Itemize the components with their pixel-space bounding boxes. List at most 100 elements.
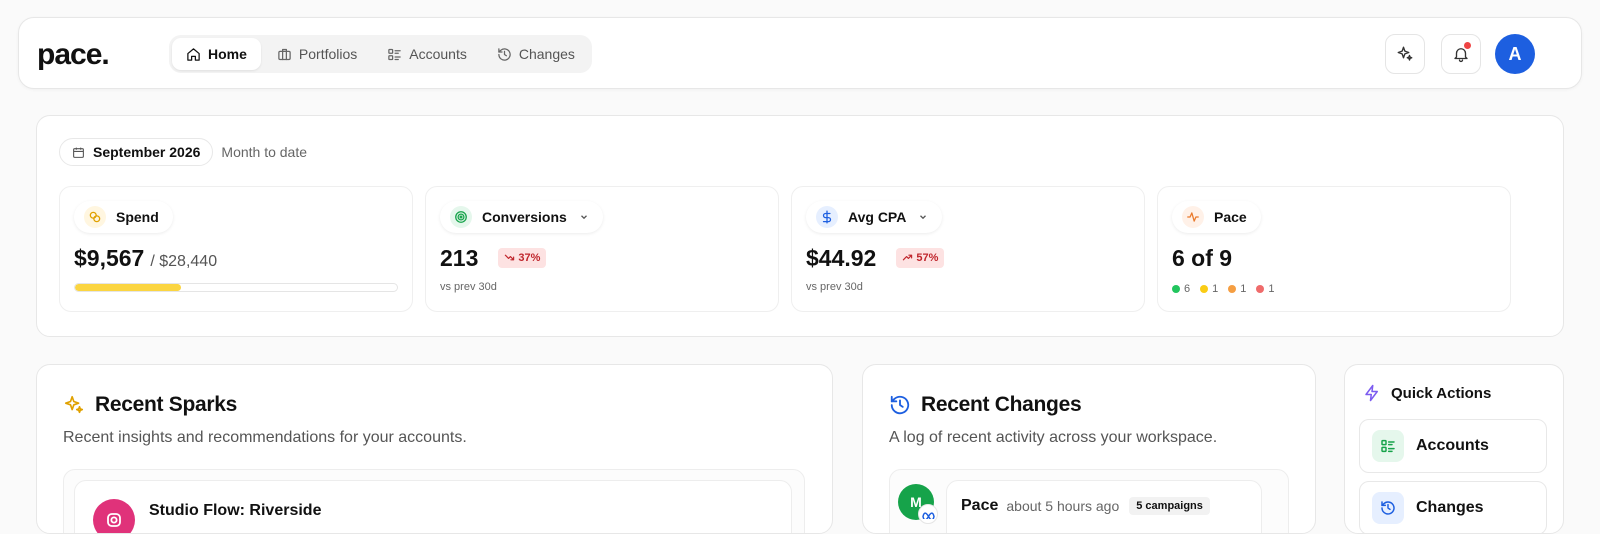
list-icon: [1372, 430, 1404, 462]
spark-item[interactable]: Studio Flow: Riverside: [74, 480, 792, 533]
trend-up-icon: [903, 254, 913, 261]
nav-home[interactable]: Home: [172, 38, 261, 70]
meta-icon: [918, 504, 938, 524]
change-item[interactable]: Pace about 5 hours ago 5 campaigns: [946, 480, 1262, 533]
spend-progress-bar: [74, 283, 398, 292]
kpi-conversions-value-row: 213 37%: [440, 245, 547, 272]
nav-home-label: Home: [208, 46, 247, 62]
kpi-pace-label: Pace: [1172, 201, 1261, 233]
pace-count-red: 1: [1268, 283, 1275, 295]
nav-portfolios-label: Portfolios: [298, 46, 358, 62]
instagram-icon: [93, 499, 135, 533]
quick-actions-card: Quick Actions Accounts Changes: [1344, 364, 1564, 534]
kpi-cpa-selector[interactable]: Avg CPA: [806, 201, 943, 233]
quick-action-changes[interactable]: Changes: [1359, 481, 1547, 533]
kpi-cpa-value-row: $44.92 57%: [806, 245, 945, 272]
kpi-cpa: Avg CPA $44.92 57% vs prev 30d: [791, 186, 1145, 312]
pace-over: 1: [1228, 283, 1246, 295]
kpi-spend: Spend $9,567 / $28,440: [59, 186, 413, 312]
nav-changes-label: Changes: [518, 46, 575, 62]
changes-title-text: Recent Changes: [921, 393, 1082, 416]
nav-accounts[interactable]: Accounts: [373, 38, 481, 70]
dollar-icon: [816, 206, 838, 228]
kpi-spend-label-text: Spend: [116, 209, 159, 225]
cpa-change-text: 57%: [916, 251, 939, 264]
sparks-title-text: Recent Sparks: [95, 393, 238, 416]
top-bar: pace. Home Portfolios Accounts Changes A: [18, 17, 1582, 89]
lightning-icon: [1365, 384, 1378, 402]
change-item-header: Pace about 5 hours ago 5 campaigns: [961, 497, 1210, 515]
briefcase-icon: [278, 48, 291, 60]
main-nav: Home Portfolios Accounts Changes: [169, 35, 592, 73]
kpi-pace-label-text: Pace: [1214, 209, 1247, 225]
period-selector: September 2026 Month to date: [59, 138, 307, 166]
notification-dot: [1463, 41, 1472, 50]
pace-on-track: 6: [1172, 283, 1190, 295]
kpi-cpa-value: $44.92: [806, 245, 877, 271]
pace-count-yellow: 1: [1212, 283, 1219, 295]
trend-down-icon: [505, 254, 515, 261]
month-label: September 2026: [93, 144, 201, 160]
sparkles-icon: [64, 395, 84, 414]
change-author: Pace: [961, 497, 999, 514]
quick-actions-title-text: Quick Actions: [1391, 384, 1492, 402]
history-icon: [498, 47, 511, 61]
pace-critical: 1: [1256, 283, 1275, 295]
chevron-down-icon: [920, 215, 927, 220]
kpi-spend-label: Spend: [74, 201, 173, 233]
conversions-change-text: 37%: [518, 251, 541, 264]
sparkles-button[interactable]: [1385, 34, 1425, 74]
range-label: Month to date: [221, 144, 308, 160]
kpi-spend-value: $9,567: [74, 245, 145, 271]
home-icon: [187, 47, 200, 61]
history-icon: [1372, 492, 1404, 524]
changes-title: Recent Changes: [889, 393, 1082, 417]
kpi-spend-budget: / $28,440: [150, 253, 218, 270]
kpi-panel: September 2026 Month to date Spend $9,56…: [36, 115, 1564, 337]
kpi-pace-value-row: 6 of 9: [1172, 245, 1232, 272]
kpi-cpa-label-text: Avg CPA: [848, 209, 907, 225]
recent-changes-card: Recent Changes A log of recent activity …: [862, 364, 1316, 534]
change-time: about 5 hours ago: [1006, 498, 1120, 514]
pace-status-counts: 6 1 1 1: [1172, 283, 1275, 295]
cpa-note: vs prev 30d: [806, 281, 863, 293]
coins-icon: [84, 206, 106, 228]
quick-actions-title: Quick Actions: [1363, 384, 1491, 402]
sparkles-icon: [1397, 46, 1413, 61]
sparks-title: Recent Sparks: [63, 393, 237, 417]
quick-action-accounts-label: Accounts: [1416, 437, 1489, 454]
quick-action-changes-label: Changes: [1416, 499, 1484, 516]
recent-sparks-card: Recent Sparks Recent insights and recomm…: [36, 364, 833, 534]
kpi-conversions-selector[interactable]: Conversions: [440, 201, 603, 233]
activity-icon: [1182, 206, 1204, 228]
nav-accounts-label: Accounts: [409, 46, 467, 62]
month-picker[interactable]: September 2026: [59, 138, 214, 166]
sparks-list: Studio Flow: Riverside: [63, 469, 805, 533]
sparks-description: Recent insights and recommendations for …: [63, 429, 467, 446]
user-avatar[interactable]: A: [1495, 34, 1535, 74]
quick-action-accounts[interactable]: Accounts: [1359, 419, 1547, 473]
kpi-conversions-value: 213: [440, 245, 479, 271]
target-icon: [450, 206, 472, 228]
nav-portfolios[interactable]: Portfolios: [263, 38, 371, 70]
change-scope-badge: 5 campaigns: [1129, 497, 1210, 515]
kpi-pace-value: 6 of 9: [1172, 245, 1233, 271]
spend-progress-fill: [75, 284, 182, 291]
kpi-spend-value-row: $9,567 / $28,440: [74, 245, 217, 272]
changes-list: M Pace about 5 hours ago 5 campaigns: [889, 469, 1289, 533]
pace-count-orange: 1: [1240, 283, 1247, 295]
chevron-down-icon: [580, 215, 587, 220]
conversions-note: vs prev 30d: [440, 281, 497, 293]
history-icon: [890, 395, 910, 415]
changes-description: A log of recent activity across your wor…: [889, 429, 1218, 446]
kpi-conversions-label-text: Conversions: [482, 209, 567, 225]
nav-changes[interactable]: Changes: [483, 38, 589, 70]
logo[interactable]: pace.: [37, 38, 110, 72]
notifications-button[interactable]: [1441, 34, 1481, 74]
kpi-pace: Pace 6 of 9 6 1 1 1: [1157, 186, 1511, 312]
pace-warning: 1: [1200, 283, 1218, 295]
change-account-avatar: M: [898, 484, 938, 524]
spark-item-title: Studio Flow: Riverside: [149, 502, 322, 519]
calendar-icon: [73, 147, 84, 158]
kpi-conversions: Conversions 213 37% vs prev 30d: [425, 186, 779, 312]
